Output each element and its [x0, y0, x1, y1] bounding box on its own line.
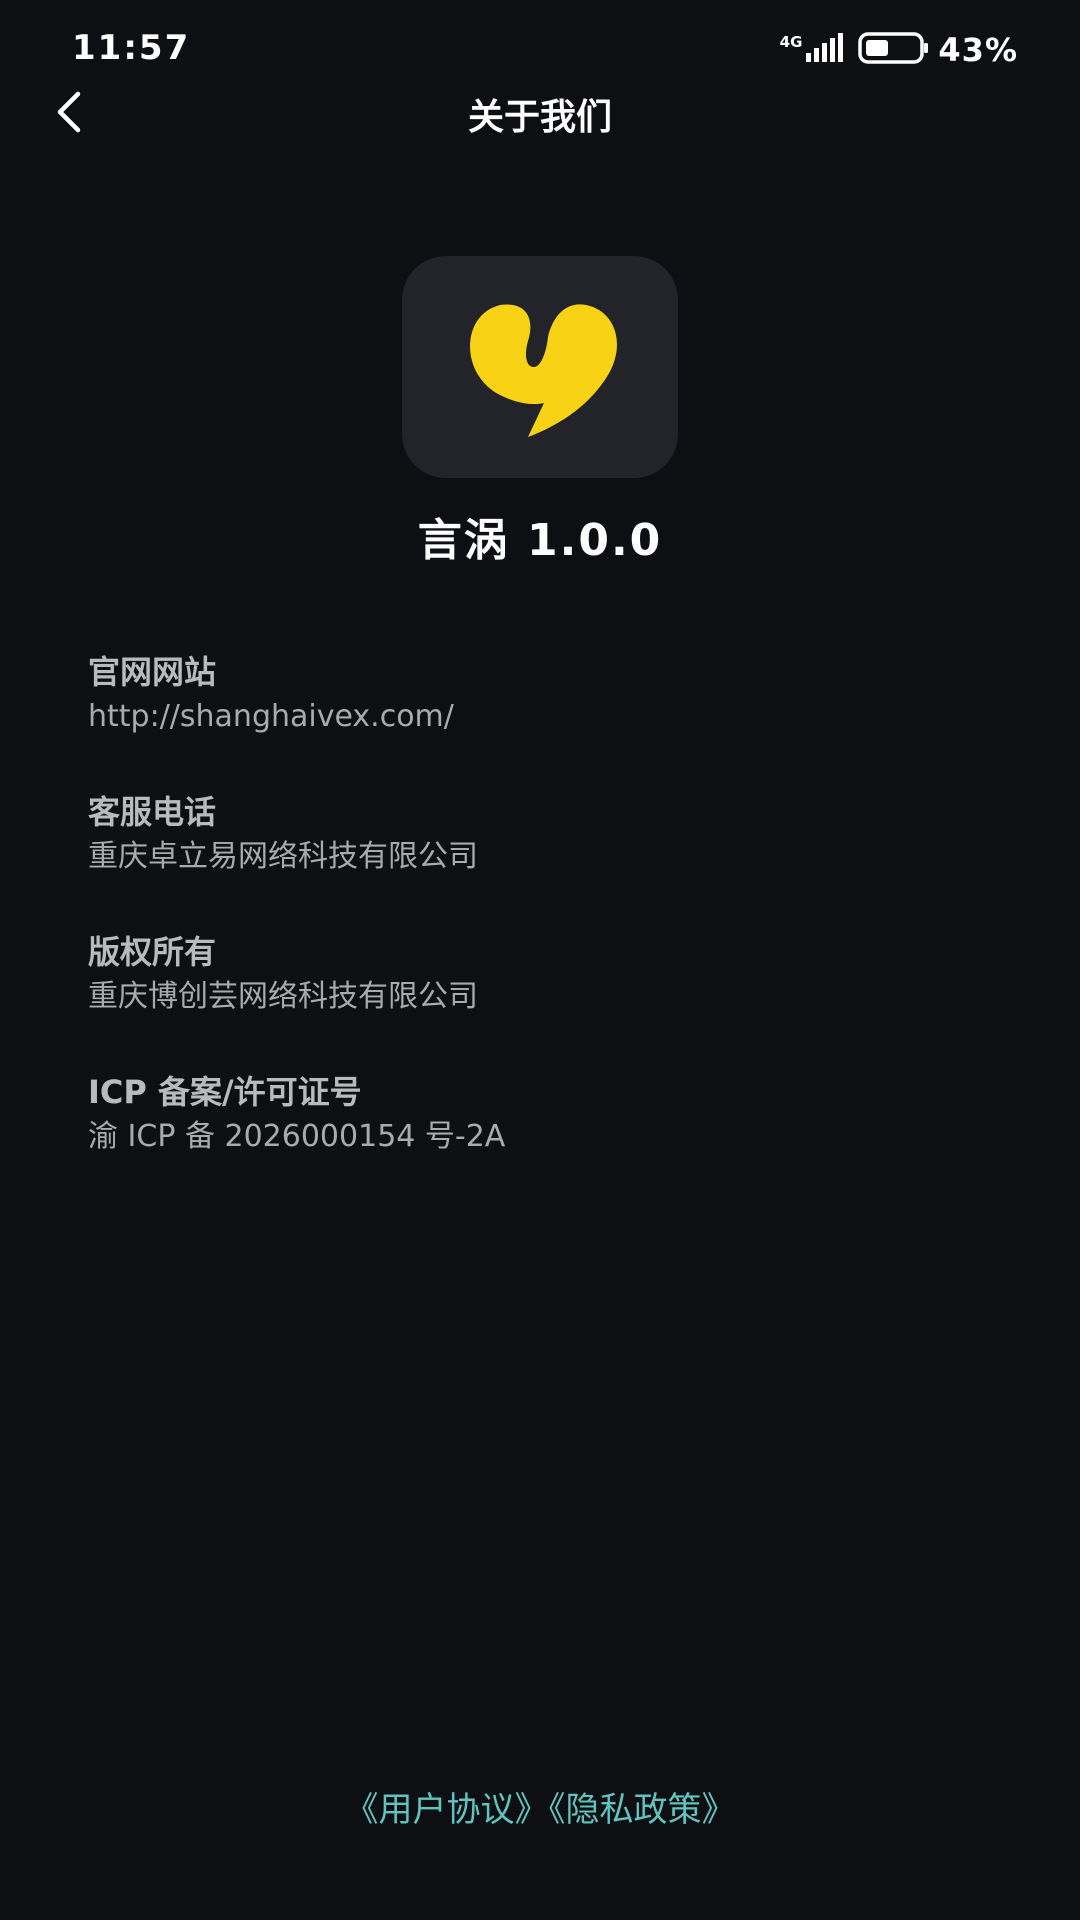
- app-logo: [402, 256, 678, 478]
- page-title: 关于我们: [467, 97, 612, 138]
- about-us-screen: 11:57 4G 43% 关于我们 言涡 1.0.0 官网网站 http://s…: [0, 0, 1080, 1920]
- cellular-signal-icon: [804, 33, 844, 67]
- info-list: 官网网站 http://shanghaivex.com/ 客服电话 重庆卓立易网…: [88, 650, 988, 1210]
- info-value: 重庆卓立易网络科技有限公司: [88, 839, 478, 874]
- info-label: ICP 备案/许可证号: [88, 1073, 362, 1111]
- battery-percentage: 43%: [938, 31, 1018, 69]
- app-logo-icon: [440, 275, 640, 459]
- footer-links: 《用户协议》《隐私政策》: [0, 1782, 1080, 1831]
- info-label: 官网网站: [88, 653, 217, 691]
- status-time: 11:57: [72, 28, 191, 68]
- network-type-label: 4G: [779, 32, 803, 51]
- info-item-copyright: 版权所有 重庆博创芸网络科技有限公司: [88, 930, 988, 1070]
- status-indicators: 4G 43%: [780, 30, 1018, 70]
- top-app-bar: 关于我们: [0, 80, 1080, 144]
- privacy-policy-link[interactable]: 《隐私政策》: [549, 1790, 736, 1830]
- website-link[interactable]: http://shanghaivex.com/: [88, 696, 988, 738]
- info-value: 重庆博创芸网络科技有限公司: [88, 979, 478, 1014]
- app-name-version: 言涡 1.0.0: [417, 515, 663, 566]
- info-label: 版权所有: [88, 933, 217, 971]
- info-item-icp: ICP 备案/许可证号 渝 ICP 备 2026000154 号-2A: [88, 1070, 988, 1210]
- info-item-website: 官网网站 http://shanghaivex.com/: [88, 650, 988, 790]
- user-agreement-link[interactable]: 《用户协议》: [345, 1790, 549, 1830]
- info-value: 渝 ICP 备 2026000154 号-2A: [88, 1119, 506, 1154]
- battery-icon: [858, 31, 930, 69]
- info-item-customer-service: 客服电话 重庆卓立易网络科技有限公司: [88, 790, 988, 930]
- info-label: 客服电话: [88, 793, 217, 831]
